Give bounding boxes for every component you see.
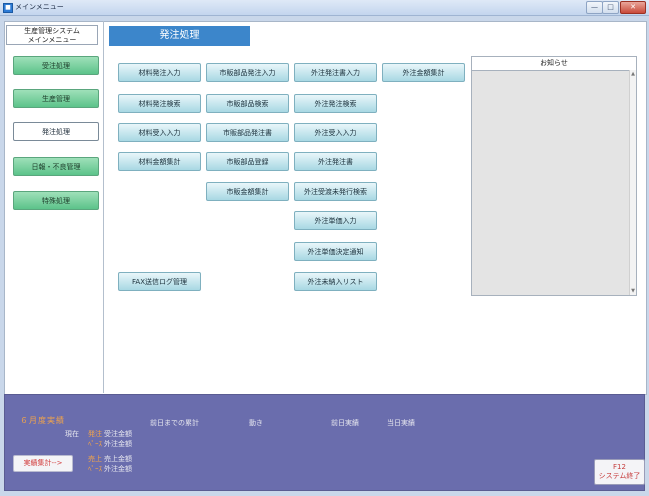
sidebar-item-special[interactable]: 特殊処理 [13, 191, 99, 210]
notice-panel: お知らせ ▲ ▼ [471, 56, 637, 296]
today-label: 当日実績 [387, 419, 415, 427]
outsource-price-notice-button[interactable]: 外注単価決定通知 [294, 242, 377, 261]
system-title-box: 生産管理システム メインメニュー [6, 25, 98, 45]
notice-scrollbar[interactable] [629, 70, 636, 295]
parts-amount-total-button[interactable]: 市販金額集計 [206, 182, 289, 201]
parts-search-button[interactable]: 市販部品検索 [206, 94, 289, 113]
maximize-button[interactable]: □ [602, 1, 619, 14]
sidebar-item-daily-report[interactable]: 日報・不良管理 [13, 157, 99, 176]
system-title-line-1: 生産管理システム [24, 27, 80, 35]
page-title: 発注処理 [109, 26, 250, 46]
prev-total-label: 前日までの累計 [150, 419, 199, 427]
parts-order-entry-button[interactable]: 市販部品発注入力 [206, 63, 289, 82]
outsource-unissued-search-button[interactable]: 外注受渡未発行検索 [294, 182, 377, 201]
material-amount-total-button[interactable]: 材料金額集計 [118, 152, 201, 171]
pace-tag-2: ﾍﾟｰｽ [88, 465, 102, 473]
fax-log-management-button[interactable]: FAX送信ログ管理 [118, 272, 201, 291]
sales-amount-label: 売上金額 [104, 455, 132, 463]
outsource-receiving-entry-button[interactable]: 外注受入入力 [294, 123, 377, 142]
sidebar-item-order-receiving[interactable]: 受注処理 [13, 56, 99, 75]
material-receiving-entry-button[interactable]: 材料受入入力 [118, 123, 201, 142]
prev-day-label: 前日実績 [331, 419, 359, 427]
pace-tag-1: ﾍﾟｰｽ [88, 440, 102, 448]
month-results-label: ６月度実績 [20, 416, 65, 425]
outsource-undelivered-list-button[interactable]: 外注未納入リスト [294, 272, 377, 291]
material-order-search-button[interactable]: 材料発注検索 [118, 94, 201, 113]
system-title-line-2: メインメニュー [27, 36, 77, 44]
outsource-amount-label-1: 外注金額 [104, 440, 132, 448]
notice-title: お知らせ [472, 57, 636, 71]
sales-tag: 売上 [88, 455, 102, 463]
outsource-unit-price-entry-button[interactable]: 外注単価入力 [294, 211, 377, 230]
outsource-order-sheet-button[interactable]: 外注発注書 [294, 152, 377, 171]
sidebar-item-production[interactable]: 生産管理 [13, 89, 99, 108]
order-tag: 発注 [88, 430, 102, 438]
close-button[interactable]: ✕ [620, 1, 646, 14]
system-exit-label: システム終了 [598, 472, 641, 480]
current-label: 現在 [65, 430, 79, 438]
scroll-up-icon[interactable]: ▲ [630, 71, 636, 77]
parts-register-button[interactable]: 市販部品登録 [206, 152, 289, 171]
order-amount-label: 受注金額 [104, 430, 132, 438]
parts-order-sheet-button[interactable]: 市販部品発注書 [206, 123, 289, 142]
sidebar-item-purchase-order[interactable]: 発注処理 [13, 122, 99, 141]
results-total-button[interactable]: 実績集計--> [13, 455, 73, 472]
outsource-order-search-button[interactable]: 外注発注検索 [294, 94, 377, 113]
system-exit-button[interactable]: F12 システム終了 [594, 459, 645, 485]
app-icon: ■ [3, 3, 13, 13]
scroll-down-icon[interactable]: ▼ [630, 288, 636, 294]
window-title: メインメニュー [15, 3, 64, 11]
outsource-order-entry-button[interactable]: 外注発注書入力 [294, 63, 377, 82]
movement-label: 動き [249, 419, 263, 427]
material-order-entry-button[interactable]: 材料発注入力 [118, 63, 201, 82]
outsource-amount-label-2: 外注金額 [104, 465, 132, 473]
outsource-amount-total-button[interactable]: 外注金額集計 [382, 63, 465, 82]
f12-key-label: F12 [613, 463, 626, 471]
minimize-button[interactable]: — [586, 1, 603, 14]
title-bar: ■ メインメニュー — □ ✕ [0, 0, 649, 16]
